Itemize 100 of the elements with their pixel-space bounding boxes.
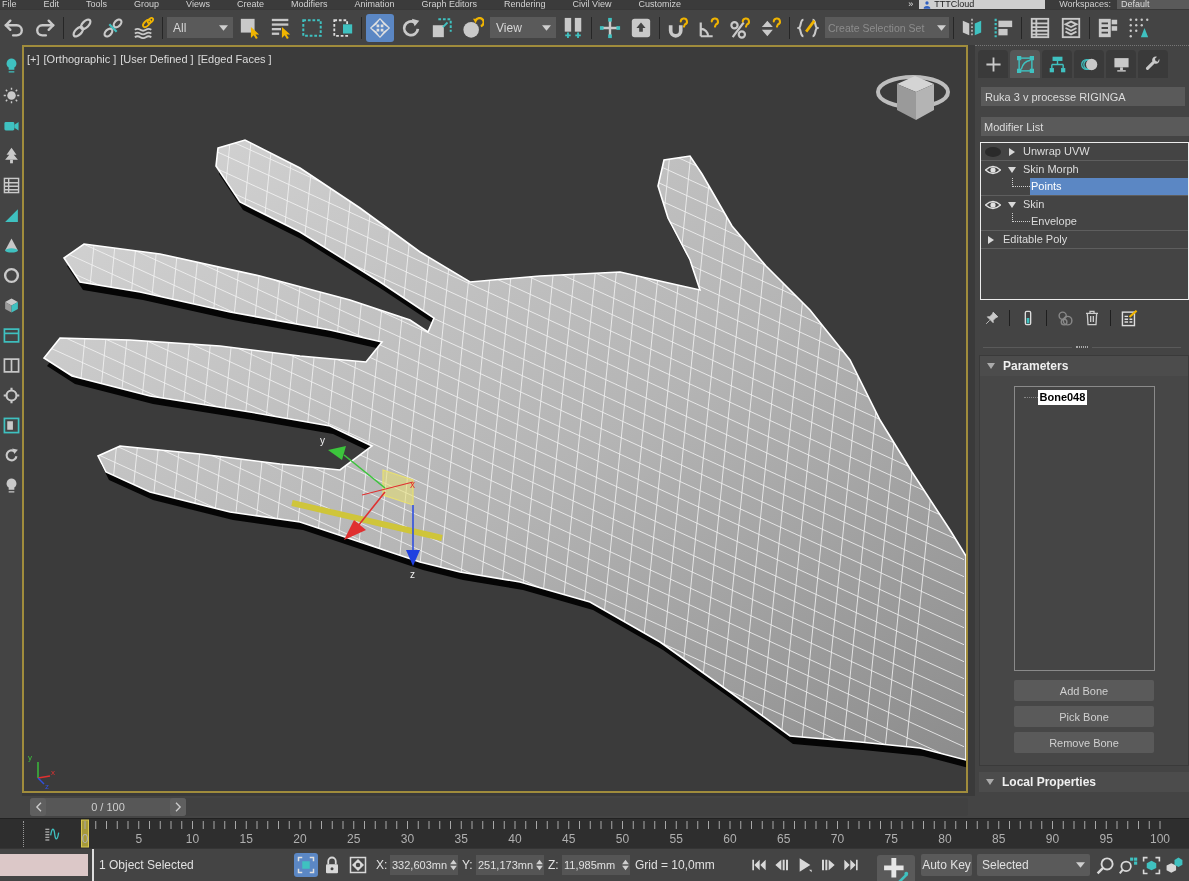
caret-icon xyxy=(542,24,551,31)
spinner-arrows-icon[interactable] xyxy=(622,859,629,871)
time-slider-thumb[interactable]: 0 / 100 xyxy=(30,798,186,816)
modifier-item[interactable]: Editable Poly xyxy=(1002,231,1188,248)
frame-number: 5 xyxy=(135,832,143,846)
frame-number: 25 xyxy=(347,832,361,846)
trash-icon[interactable] xyxy=(1084,310,1100,326)
align-icon xyxy=(992,16,1014,39)
triangle-down-icon[interactable] xyxy=(1008,165,1016,174)
viewcube[interactable] xyxy=(876,75,950,120)
coordinate-field[interactable]: 332,603mn xyxy=(390,855,458,875)
menu-item[interactable]: Modifiers xyxy=(289,0,340,9)
menu-item[interactable]: Create xyxy=(235,0,276,9)
menu-item[interactable]: Civil View xyxy=(571,0,624,9)
scale-squares-icon xyxy=(431,16,453,39)
viewport-label[interactable]: [User Defined ] xyxy=(120,53,194,65)
sun-icon[interactable] xyxy=(2,87,20,104)
menu-item[interactable]: File xyxy=(1,0,29,9)
menu-item[interactable]: Rendering xyxy=(503,0,558,9)
gizmo-plane-handle[interactable] xyxy=(382,469,414,506)
skip-start-icon xyxy=(751,857,767,873)
gear-icon[interactable] xyxy=(2,387,20,404)
menu-item[interactable]: Group xyxy=(133,0,172,9)
set-key-button[interactable] xyxy=(877,855,915,881)
script-listener-field[interactable] xyxy=(0,854,88,876)
zoom-extents-button[interactable] xyxy=(1140,854,1162,876)
bone-item[interactable]: Bone048 xyxy=(1037,389,1088,405)
focus-square-icon xyxy=(297,856,315,874)
list-icon[interactable] xyxy=(2,177,20,194)
rollout-header[interactable]: Parameters xyxy=(980,356,1188,376)
gizmo-z-axis[interactable] xyxy=(406,504,420,566)
window-icon[interactable] xyxy=(2,327,20,344)
cone-icon[interactable] xyxy=(2,237,20,254)
window-icon[interactable] xyxy=(2,357,20,374)
menu-item[interactable]: Tools xyxy=(85,0,120,9)
gizmo-y-axis[interactable] xyxy=(328,446,386,489)
workspace-dropdown[interactable]: Default xyxy=(1117,0,1189,9)
bone-button[interactable]: Pick Bone xyxy=(1014,706,1154,727)
modifier-list-dropdown[interactable]: Modifier List xyxy=(981,117,1189,136)
panel-tab[interactable] xyxy=(1010,50,1040,78)
panel-tab[interactable] xyxy=(1138,50,1168,78)
panel-tab[interactable] xyxy=(1106,50,1136,78)
sub-object-item[interactable]: Points xyxy=(1030,178,1188,195)
modifier-item[interactable]: Unwrap UVW xyxy=(1022,143,1188,160)
bone-button[interactable]: Add Bone xyxy=(1014,680,1154,701)
dot-grid-icon xyxy=(1128,16,1150,39)
circles-icon[interactable] xyxy=(1057,309,1074,327)
edit-list-icon[interactable] xyxy=(1121,309,1138,327)
tree-icon[interactable] xyxy=(2,147,20,164)
triangle-right-icon[interactable] xyxy=(987,235,995,244)
cube-brackets-icon xyxy=(1141,855,1161,875)
chain-waves-icon xyxy=(133,16,155,39)
coordinate-field[interactable]: 251,173mn xyxy=(476,855,544,875)
pin-icon[interactable] xyxy=(985,311,999,325)
viewport-label[interactable]: [Orthographic ] xyxy=(43,53,117,65)
menu-item[interactable]: Graph Editors xyxy=(420,0,489,9)
sub-object-item[interactable]: Envelope xyxy=(1030,213,1188,230)
object-name-field[interactable]: Ruka 3 v processe RIGINGA xyxy=(981,87,1185,106)
eye-icon[interactable] xyxy=(985,199,1001,210)
previous-frame-button[interactable] xyxy=(30,798,46,816)
viewport[interactable]: [+] [Orthographic ] [User Defined ] [Edged Faces ] y x z y x z xyxy=(22,45,968,793)
viewport-label[interactable]: [+] xyxy=(27,53,40,65)
panel-tab[interactable] xyxy=(1042,50,1072,78)
frame-number: 95 xyxy=(1099,832,1113,846)
menu-item[interactable]: Customize xyxy=(637,0,693,9)
toolbar-dropdown[interactable]: View xyxy=(490,17,556,38)
panel-icon[interactable] xyxy=(2,417,20,434)
status-toggle-button[interactable] xyxy=(294,853,318,877)
modifier-item[interactable]: Skin xyxy=(1022,196,1188,213)
coordinate-field[interactable]: 11,985mm xyxy=(562,855,630,875)
chevron-left-icon xyxy=(34,802,42,812)
eye-icon[interactable] xyxy=(985,164,1001,175)
gizmo-x-axis[interactable] xyxy=(344,481,414,540)
menu-item[interactable]: Views xyxy=(185,0,222,9)
frame-number: 65 xyxy=(777,832,791,846)
account-button[interactable]: TTTCloud xyxy=(919,0,1046,9)
menu-item[interactable]: Edit xyxy=(42,0,72,9)
triangle-right-icon[interactable] xyxy=(1008,147,1016,156)
gizmo-axis-line[interactable] xyxy=(291,500,443,541)
modifier-item[interactable]: Skin Morph xyxy=(1022,161,1188,178)
menu-overflow[interactable]: » xyxy=(908,0,914,9)
auto-key-button[interactable]: Auto Key xyxy=(921,854,972,876)
bone-button[interactable]: Remove Bone xyxy=(1014,732,1154,753)
menu-item[interactable]: Animation xyxy=(353,0,407,9)
ring-icon[interactable] xyxy=(2,267,20,284)
move-tool-button[interactable] xyxy=(366,13,394,42)
spinner-arrows-icon[interactable] xyxy=(536,859,543,871)
triangle-down-icon[interactable] xyxy=(1008,200,1016,209)
viewport-label[interactable]: [Edged Faces ] xyxy=(197,53,272,65)
key-filter-dropdown[interactable]: Selected xyxy=(977,854,1090,876)
spinner-arrows-icon[interactable] xyxy=(450,859,457,871)
box-icon[interactable] xyxy=(2,297,20,314)
magnet-icon xyxy=(667,16,689,39)
panel-tab[interactable] xyxy=(978,50,1008,78)
panel-tab[interactable] xyxy=(1074,50,1104,78)
panel-resize-handle[interactable] xyxy=(983,344,1181,350)
toolbar-dropdown[interactable]: All xyxy=(167,17,233,38)
rollout-header[interactable]: Local Properties xyxy=(979,772,1189,792)
next-frame-button[interactable] xyxy=(170,798,186,816)
current-frame-marker[interactable] xyxy=(81,819,89,848)
